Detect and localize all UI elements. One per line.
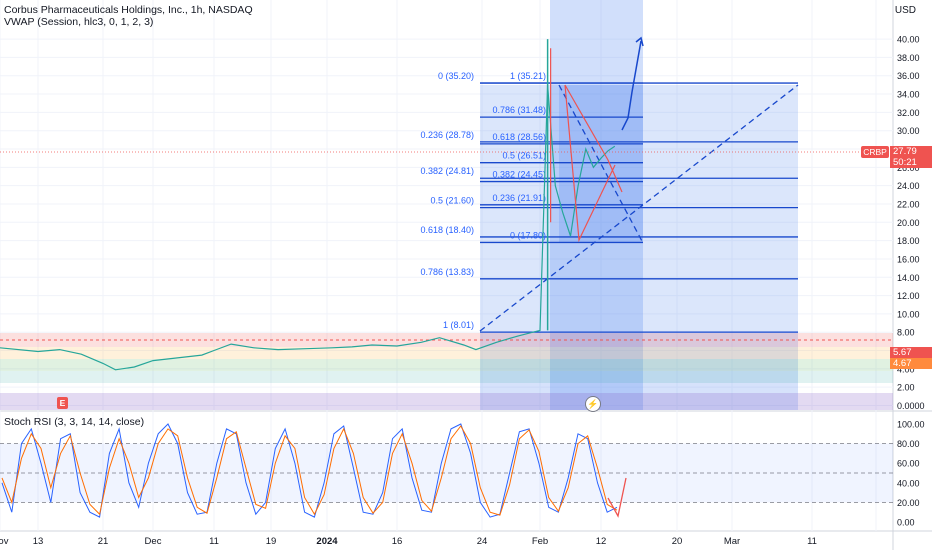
x-tick-label: Nov xyxy=(0,536,9,547)
earnings-marker[interactable]: E xyxy=(57,397,68,409)
y-tick-label: 22.00 xyxy=(897,199,920,209)
y-tick-label: 34.00 xyxy=(897,90,920,100)
price-tag-band: 4.67 xyxy=(890,358,932,369)
y-tick-label: 38.00 xyxy=(897,53,920,63)
current-price: 27.79 xyxy=(893,146,917,157)
vwap-band-mid xyxy=(0,347,893,359)
chart-canvas[interactable]: 0 (35.20) 0.236 (28.78) 0.382 (24.81) 0.5 (… xyxy=(0,0,932,550)
rsi-y-tick-label: 60.00 xyxy=(897,459,920,469)
y-tick-label: 2.00 xyxy=(897,383,915,393)
rsi-y-tick-label: 100.00 xyxy=(897,420,925,430)
y-tick-label: 20.00 xyxy=(897,218,920,228)
fib-label-large: 0.5 (21.60) xyxy=(430,196,474,206)
fib-label-small: 0.618 (28.56) xyxy=(492,132,546,142)
fib-label-large: 0.786 (13.83) xyxy=(420,267,474,277)
y-tick-label: 30.00 xyxy=(897,126,920,136)
price-tag-vwap: 5.67 xyxy=(890,347,932,358)
y-tick-label: 40.00 xyxy=(897,35,920,45)
chart-stage: 0 (35.20) 0.236 (28.78) 0.382 (24.81) 0.5 (… xyxy=(0,0,932,550)
currency-label: USD xyxy=(894,5,916,16)
rsi-y-tick-label: 80.00 xyxy=(897,439,920,449)
fib-label-large: 0.382 (24.81) xyxy=(420,166,474,176)
symbol-title: Corbus Pharmaceuticals Holdings, Inc., 1… xyxy=(4,4,253,16)
vwap-band-lower xyxy=(0,359,893,371)
x-tick-label: 19 xyxy=(266,536,277,547)
x-tick-label: 11 xyxy=(209,536,219,547)
x-tick-label: Mar xyxy=(724,536,740,547)
y-tick-label: 14.00 xyxy=(897,273,920,283)
rsi-y-tick-label: 20.00 xyxy=(897,498,920,508)
fib-label-small: 1 (35.21) xyxy=(510,71,546,81)
x-tick-label: Feb xyxy=(532,536,548,547)
fib-label-large: 0.618 (18.40) xyxy=(420,225,474,235)
y-tick-label: 0.0000 xyxy=(897,401,925,411)
y-tick-label: 10.00 xyxy=(897,309,920,319)
fib-label-small: 0.5 (26.51) xyxy=(502,151,546,161)
y-tick-label: 8.00 xyxy=(897,328,915,338)
y-tick-label: 36.00 xyxy=(897,71,920,81)
fib-label-large: 1 (8.01) xyxy=(443,320,474,330)
vwap-band-low2 xyxy=(0,371,893,383)
x-tick-label: 2024 xyxy=(316,536,338,547)
rsi-y-tick-label: 0.00 xyxy=(897,518,915,528)
y-tick-label: 18.00 xyxy=(897,236,920,246)
x-tick-label: 12 xyxy=(596,536,607,547)
ticker-tag: CRBP xyxy=(861,146,889,158)
x-tick-label: 11 xyxy=(807,536,817,547)
y-tick-label: 24.00 xyxy=(897,181,920,191)
fib-label-large: 0.236 (28.78) xyxy=(420,130,474,140)
vwap-indicator-label[interactable]: VWAP (Session, hlc3, 0, 1, 2, 3) xyxy=(4,16,153,28)
fib-label-small: 0 (17.80) xyxy=(510,230,546,240)
y-tick-label: 32.00 xyxy=(897,108,920,118)
rsi-y-tick-label: 40.00 xyxy=(897,478,920,488)
x-tick-label: 13 xyxy=(33,536,44,547)
y-tick-label: 16.00 xyxy=(897,254,920,264)
bar-countdown: 50:21 xyxy=(893,157,917,168)
fib-label-small: 0.382 (24.45) xyxy=(492,170,546,180)
y-tick-label: 12.00 xyxy=(897,291,920,301)
volume-band xyxy=(0,393,893,410)
fib-label-small: 0.236 (21.91) xyxy=(492,193,546,203)
fib-label-large: 0 (35.20) xyxy=(438,71,474,81)
fib-label-small: 0.786 (31.48) xyxy=(492,105,546,115)
stoch-rsi-label[interactable]: Stoch RSI (3, 3, 14, 14, close) xyxy=(4,416,144,428)
dividend-lightning-icon[interactable]: ⚡ xyxy=(585,396,601,412)
x-tick-label: Dec xyxy=(145,536,162,547)
x-tick-label: 24 xyxy=(477,536,488,547)
x-tick-label: 16 xyxy=(392,536,403,547)
x-tick-label: 21 xyxy=(98,536,109,547)
current-price-tag: 27.79 50:21 xyxy=(890,146,932,168)
x-tick-label: 20 xyxy=(672,536,683,547)
